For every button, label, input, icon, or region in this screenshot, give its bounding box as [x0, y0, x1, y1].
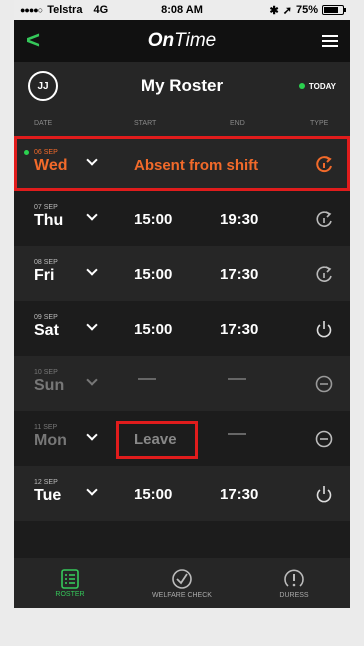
row-date-number: 11 SEP — [34, 424, 58, 431]
alert-circle-icon — [284, 568, 304, 587]
row-date: 06 SEP Wed — [34, 148, 67, 174]
today-button[interactable]: TODAY — [298, 81, 336, 91]
avatar[interactable]: JJ — [28, 71, 58, 101]
leave-status: Leave — [134, 431, 177, 448]
bluetooth-icon: ✱ — [269, 4, 279, 17]
roster-row[interactable]: 09 SEP Sat 15:00 17:30 — [14, 301, 350, 356]
tab-duress[interactable]: DURESS — [238, 558, 350, 608]
logo-bold: On — [147, 30, 175, 51]
battery-fill — [324, 7, 338, 13]
roster-list-icon — [61, 568, 79, 589]
refresh-icon[interactable] — [314, 264, 334, 284]
row-day: Sun — [34, 377, 65, 394]
battery-icon — [322, 5, 346, 15]
chevron-down-icon[interactable] — [86, 154, 98, 166]
row-date-number: 07 SEP — [34, 204, 58, 211]
roster-list: 06 SEP Wed Absent from shift 07 SEP Thu … — [14, 136, 350, 521]
power-icon[interactable] — [314, 319, 334, 339]
row-day: Mon — [34, 432, 67, 449]
row-date-number: 10 SEP — [34, 369, 58, 376]
row-date-number: 06 SEP — [34, 149, 58, 156]
tab-bar: ROSTER WELFARE CHECK DURESS — [14, 558, 350, 608]
logo-rest: Time — [174, 30, 217, 51]
avatar-initials: JJ — [37, 80, 49, 92]
row-date: 12 SEP Tue — [34, 478, 61, 504]
row-start: 15:00 — [134, 486, 173, 503]
row-date-number: 09 SEP — [34, 314, 58, 321]
app-logo: OnTime — [14, 30, 350, 52]
chevron-down-icon[interactable] — [86, 429, 98, 441]
column-headers: DATE START END TYPE — [14, 110, 350, 136]
roster-row[interactable]: 07 SEP Thu 15:00 19:30 — [14, 191, 350, 246]
signal-dots-icon: ●●●●○ — [20, 5, 43, 15]
tab-roster-label: ROSTER — [55, 590, 85, 598]
col-date: DATE — [34, 119, 53, 127]
row-date-number: 12 SEP — [34, 479, 58, 486]
hamburger-menu-icon[interactable] — [322, 35, 338, 47]
row-start: 15:00 — [134, 266, 173, 283]
chevron-down-icon[interactable] — [86, 374, 98, 386]
today-dot-icon — [298, 83, 305, 89]
status-bar: ●●●●○ Telstra 4G 8:08 AM ✱ ➚ 75% — [14, 0, 350, 20]
today-label: TODAY — [308, 81, 336, 91]
tab-welfare-check[interactable]: WELFARE CHECK — [126, 558, 238, 608]
row-day: Fri — [34, 267, 55, 284]
row-end: 19:30 — [220, 211, 259, 228]
check-circle-icon — [172, 568, 192, 589]
roster-header: JJ My Roster TODAY — [14, 62, 350, 110]
phone-screen: ●●●●○ Telstra 4G 8:08 AM ✱ ➚ 75% < OnTim… — [14, 0, 350, 608]
carrier-name: Telstra — [47, 4, 83, 16]
roster-row[interactable]: 10 SEP Sun — [14, 356, 350, 411]
tab-welfare-label: WELFARE CHECK — [152, 591, 212, 599]
minus-circle-icon[interactable] — [314, 429, 334, 449]
absent-icon[interactable] — [314, 154, 334, 174]
roster-row[interactable]: 08 SEP Fri 15:00 17:30 — [14, 246, 350, 301]
power-icon[interactable] — [314, 484, 334, 504]
roster-row[interactable]: 12 SEP Tue 15:00 17:30 — [14, 466, 350, 521]
app-navbar: < OnTime — [14, 20, 350, 62]
chevron-down-icon[interactable] — [86, 484, 98, 496]
row-date: 10 SEP Sun — [34, 368, 64, 394]
row-date: 07 SEP Thu — [34, 203, 63, 229]
chevron-down-icon[interactable] — [86, 264, 98, 276]
chevron-down-icon[interactable] — [86, 319, 98, 331]
back-icon[interactable]: < — [26, 29, 40, 53]
refresh-icon[interactable] — [314, 209, 334, 229]
chevron-down-icon[interactable] — [86, 209, 98, 221]
row-date: 09 SEP Sat — [34, 313, 59, 339]
col-start: START — [134, 119, 157, 127]
minus-circle-icon[interactable] — [314, 374, 334, 394]
row-day: Thu — [34, 212, 64, 229]
roster-row[interactable]: 06 SEP Wed Absent from shift — [14, 136, 350, 191]
network-type: 4G — [93, 4, 109, 16]
row-date-number: 08 SEP — [34, 259, 58, 266]
absent-status: Absent from shift — [134, 157, 259, 174]
row-end: 17:30 — [220, 486, 259, 503]
row-day: Wed — [34, 157, 68, 174]
row-start: 15:00 — [134, 321, 173, 338]
today-indicator-icon — [24, 150, 29, 155]
row-end: 17:30 — [220, 321, 259, 338]
tab-duress-label: DURESS — [279, 591, 309, 599]
row-end: 17:30 — [220, 266, 259, 283]
carrier-group: ●●●●○ Telstra 4G — [20, 4, 108, 16]
battery-percent: 75% — [295, 4, 318, 16]
row-start: 15:00 — [134, 211, 173, 228]
col-end: END — [230, 119, 245, 127]
end-empty-dash — [228, 378, 246, 380]
end-empty-dash — [228, 433, 246, 435]
roster-row[interactable]: 11 SEP Mon Leave — [14, 411, 350, 466]
status-right: ✱ ➚ 75% — [269, 4, 346, 17]
row-date: 08 SEP Fri — [34, 258, 58, 284]
row-date: 11 SEP Mon — [34, 423, 67, 449]
location-icon: ➚ — [282, 4, 292, 17]
col-type: TYPE — [310, 119, 329, 127]
start-empty-dash — [138, 378, 156, 380]
tab-roster[interactable]: ROSTER — [14, 558, 126, 608]
row-day: Sat — [34, 322, 59, 339]
row-day: Tue — [34, 487, 62, 504]
